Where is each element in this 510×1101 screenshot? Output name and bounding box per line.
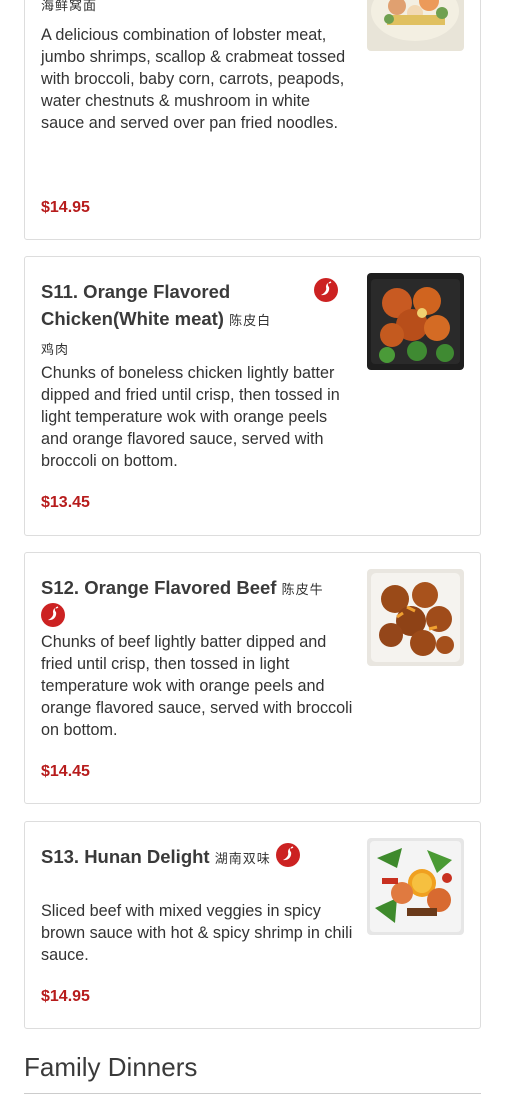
item-title-text: S11. Orange Flavored Chicken(White meat) [41,281,231,329]
item-description: Sliced beef with mixed veggies in spicy … [41,902,353,964]
item-price: $13.45 [41,494,90,511]
item-description: Chunks of boneless chicken lightly batte… [41,364,340,470]
item-title-text: S12. Orange Flavored Beef [41,577,277,598]
spicy-pepper-icon [275,843,300,867]
item-description: Chunks of beef lightly batter dipped and… [41,633,353,739]
item-photo[interactable] [367,569,464,666]
item-title-cjk: 海鲜窝面 [41,0,98,13]
menu-item-card[interactable]: S12. Orange Flavored Beef 陈皮牛 Chunks of … [24,552,481,804]
section-title: Family Dinners [24,1052,198,1082]
spicy-pepper-icon [41,603,65,627]
item-title-text: S13. Hunan Delight [41,846,210,867]
item-photo[interactable] [367,838,464,935]
item-title: S12. Orange Flavored Beef 陈皮牛 [41,574,341,630]
item-title: S13. Hunan Delight 湖南双味 [41,843,341,872]
item-price: $14.95 [41,988,90,1005]
item-title: S11. Orange Flavored Chicken(White meat)… [41,278,281,363]
section-divider [24,1093,481,1094]
item-title-cjk: 湖南双味 [214,851,271,866]
item-description: A delicious combination of lobster meat,… [41,26,346,132]
spicy-pepper-icon [314,278,338,302]
item-price: $14.95 [41,199,90,216]
menu-item-card[interactable]: S11. Orange Flavored Chicken(White meat)… [24,256,481,536]
item-title-cjk: 陈皮牛 [281,582,324,597]
item-photo[interactable] [367,273,464,370]
item-price: $14.45 [41,763,90,780]
item-photo[interactable] [367,0,464,51]
menu-item-card[interactable]: S13. Hunan Delight 湖南双味 Sliced beef with… [24,821,481,1029]
menu-item-card[interactable]: 海鲜窝面 A delicious combination of lobster … [24,0,481,240]
